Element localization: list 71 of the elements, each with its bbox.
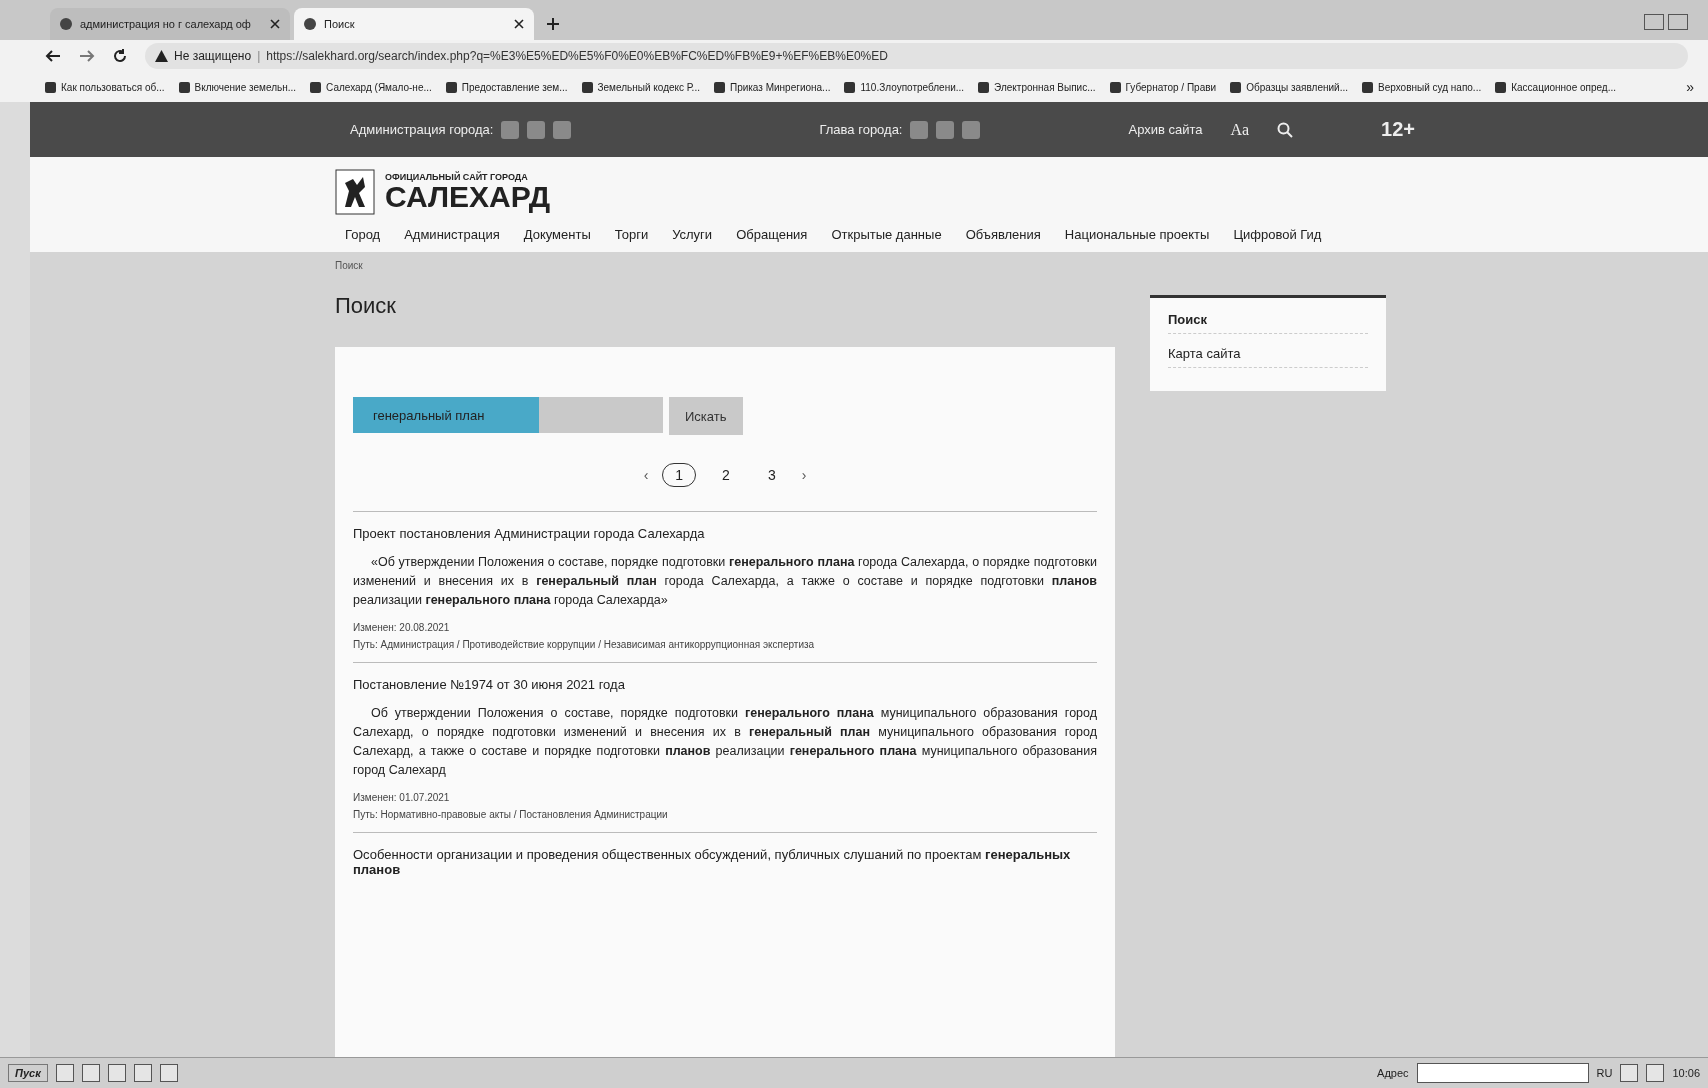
page-title: Поиск [335, 293, 397, 319]
more-bookmarks-button[interactable]: » [1686, 79, 1694, 95]
start-button[interactable]: Пуск [8, 1064, 48, 1082]
separator: | [257, 49, 261, 63]
close-icon[interactable] [270, 19, 280, 29]
bookmark[interactable]: Как пользоваться об... [45, 81, 165, 93]
bookmark[interactable]: Образцы заявлений... [1230, 81, 1348, 93]
font-size-button[interactable]: Аа [1230, 120, 1249, 139]
nav-link[interactable]: Обращения [736, 227, 808, 242]
result-title-link[interactable]: Проект постановления Администрации города Салехарда [353, 526, 1097, 541]
nav-link[interactable]: Администрация [404, 227, 500, 242]
page-link[interactable]: 3 [755, 464, 788, 486]
minimize-icon[interactable] [1644, 14, 1664, 30]
result-snippet: Об утверждении Положения о составе, порядке подготовки генерального плана муниципального образования город Салехард, о порядке подготовки изменений и внесения их в генеральный план муниципального образования город Салехард, а также о составе и порядке подготовки планов реализации генерального плана муниципального образования город Салехард [353, 705, 1097, 779]
page-link[interactable]: 2 [710, 464, 742, 486]
nav-link[interactable]: Документы [523, 227, 591, 242]
forward-icon[interactable] [79, 49, 95, 63]
nav-link[interactable]: Услуги [672, 227, 713, 242]
address-label: Адрес [1377, 1067, 1409, 1079]
back-icon[interactable] [45, 49, 61, 63]
bookmark[interactable]: Приказ Минрегиона... [713, 81, 831, 93]
address-bar-field[interactable] [1416, 1063, 1589, 1083]
result-date: Изменен: 01.07.2021 [353, 792, 451, 803]
next-page-link[interactable]: › [801, 467, 807, 483]
nav-link[interactable]: Объявления [965, 227, 1041, 242]
result-path: Путь: Нормативно-правовые акты / Постановления Администрации [353, 809, 669, 820]
reload-icon[interactable] [113, 49, 127, 63]
nav-link[interactable]: Цифровой Гид [1233, 227, 1322, 242]
result-title-link[interactable]: Особенности организации и проведения общественных обсуждений, публичных слушаний по проектам генеральных планов [353, 847, 1097, 877]
bookmark[interactable]: 110.Злоупотреблени... [844, 81, 965, 93]
coat-of-arms-icon [335, 169, 375, 215]
nav-link[interactable]: Национальные проекты [1064, 227, 1210, 242]
site-icon [60, 18, 72, 30]
result-date: Изменен: 20.08.2021 [353, 622, 451, 633]
top-bar-label: Глава города: [819, 122, 903, 137]
logo-subtitle: ОФИЦИАЛЬНЫЙ САЙТ ГОРОДА [385, 172, 529, 182]
search-button[interactable]: Искать [669, 397, 743, 435]
close-icon[interactable] [514, 19, 524, 29]
language-indicator[interactable]: RU [1596, 1067, 1613, 1079]
clock: 10:06 [1672, 1067, 1700, 1079]
address-field[interactable]: Не защищено | https://salekhard.org/search/index.php?q=%E3%E5%ED%E5%F0%E0%EB%FC%ED%FB%E9+%EF%EB%E0%ED [145, 43, 1688, 69]
bookmark[interactable]: Предоставление зем... [445, 81, 568, 93]
bookmark[interactable]: Верховный суд напо... [1362, 81, 1482, 93]
result-snippet: «Об утверждении Положения о составе, порядке подготовки генерального плана города Салехарда, о порядке подготовки изменений и внесения их в генеральный план города Салехарда, а также о составе и порядке подготовки планов реализации генерального плана города Салехарда» [353, 554, 1097, 609]
bookmark[interactable]: Губернатор / Прави [1109, 81, 1217, 93]
nav-link[interactable]: Торги [614, 227, 649, 242]
archive-link[interactable]: Архив сайта [1128, 122, 1203, 137]
bookmark[interactable]: Салехард (Ямало-не... [310, 81, 432, 93]
nav-link[interactable]: Открытые данные [831, 227, 942, 242]
result-path: Путь: Администрация / Противодействие коррупции / Независимая антикоррупционная экспертиза [353, 639, 816, 650]
sidebar-link[interactable]: Поиск [1168, 312, 1368, 334]
warning-icon [155, 50, 168, 62]
age-rating: 12+ [1381, 118, 1415, 141]
new-tab-icon[interactable] [546, 17, 560, 31]
sidebar-link[interactable]: Карта сайта [1168, 346, 1368, 368]
logo-title: САЛЕХАРД [385, 182, 551, 212]
search-icon[interactable] [1277, 121, 1293, 138]
top-bar-label: Администрация города: [350, 122, 494, 137]
bookmark[interactable]: Включение земельн... [178, 81, 297, 93]
previous-page-link[interactable]: ‹ [643, 467, 649, 483]
result-title-link[interactable]: Постановление №1974 от 30 июня 2021 года [353, 677, 1097, 692]
nav-link[interactable]: Город [345, 227, 381, 242]
bookmark[interactable]: Земельный кодекс Р... [581, 81, 700, 93]
search-field[interactable]: генеральный план [353, 397, 663, 433]
breadcrumb[interactable]: Поиск [335, 260, 1708, 271]
site-icon [304, 18, 316, 30]
browser-tab[interactable]: администрация но г салехард оф [50, 8, 290, 40]
bookmark[interactable]: Кассационное опред... [1495, 81, 1617, 93]
browser-tab[interactable]: Поиск [294, 8, 534, 40]
bookmark[interactable]: Электронная Выпис... [978, 81, 1096, 93]
restore-icon[interactable] [1668, 14, 1688, 30]
